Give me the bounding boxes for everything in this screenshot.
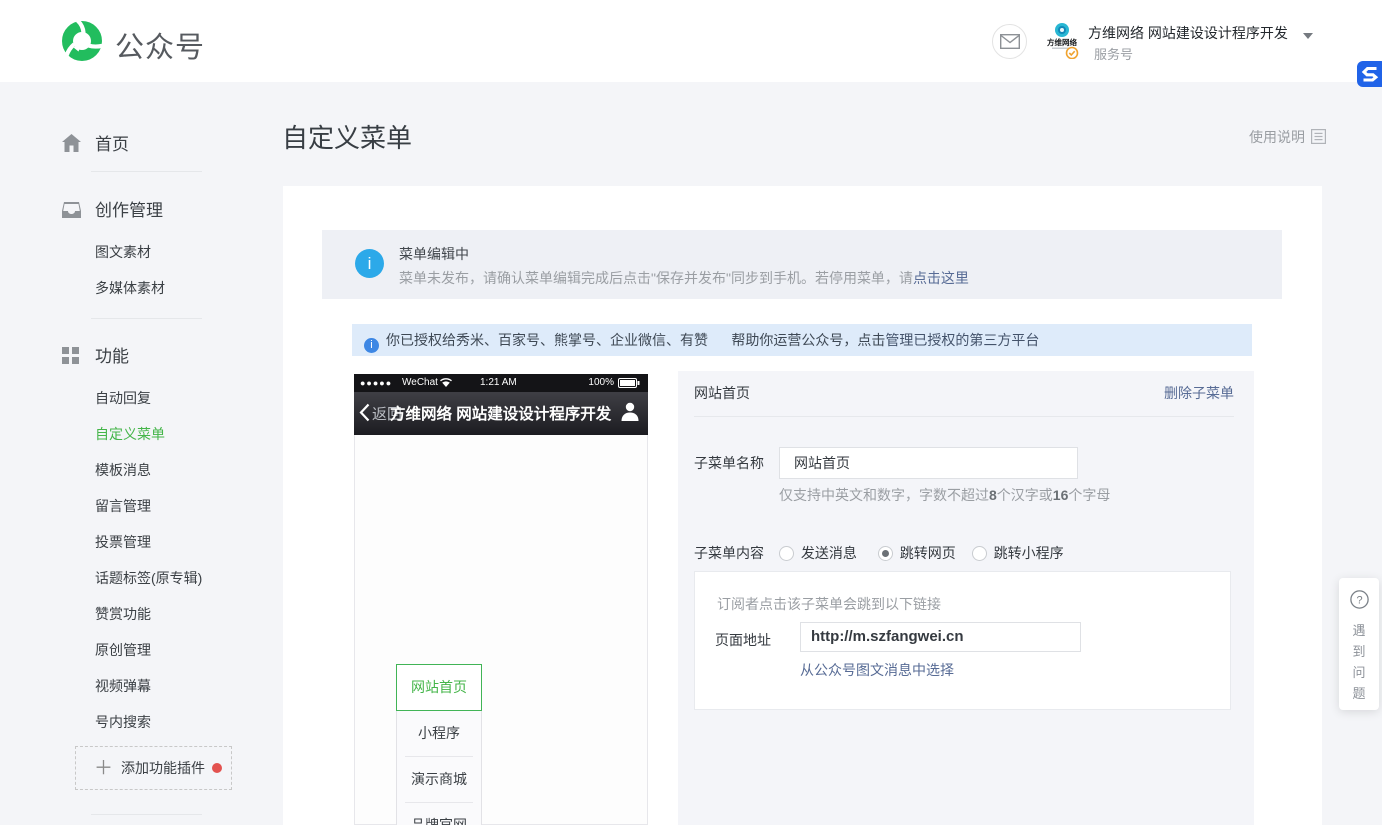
svg-text:方维网络: 方维网络 bbox=[1047, 37, 1077, 47]
svg-text:?: ? bbox=[1356, 595, 1362, 607]
